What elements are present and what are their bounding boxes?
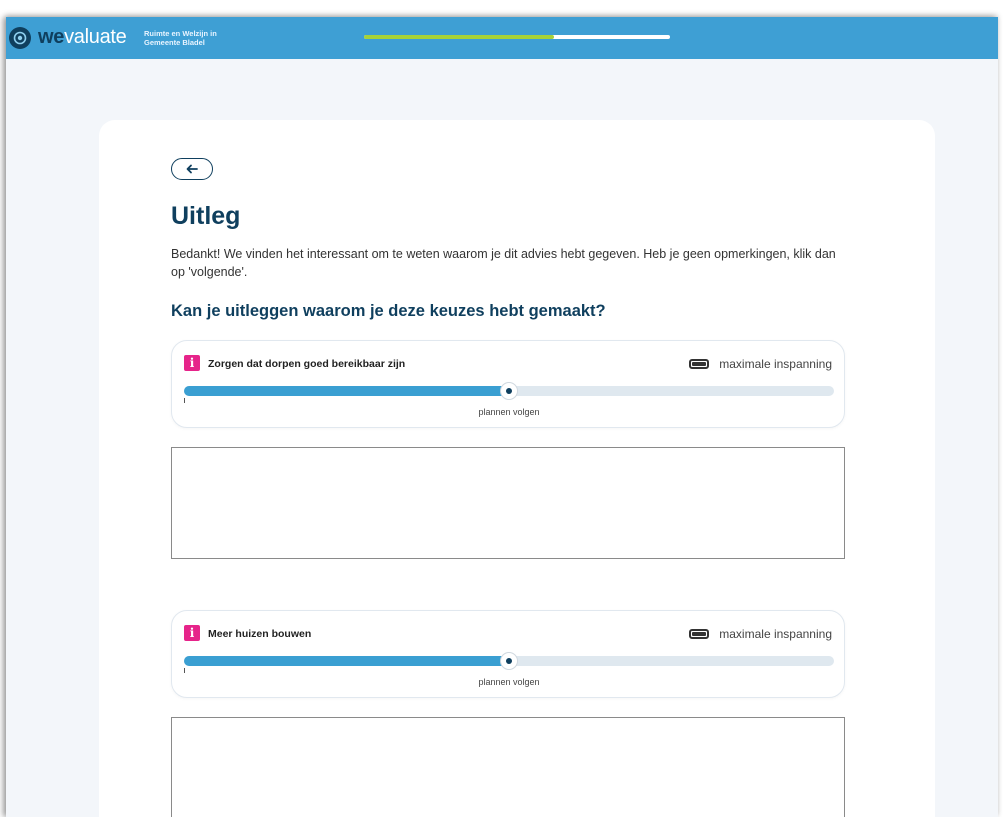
slider-track[interactable] <box>184 653 834 669</box>
logo-icon <box>9 27 31 49</box>
slider-thumb[interactable] <box>501 653 517 669</box>
slider-fill <box>184 656 509 666</box>
slider-tick <box>184 668 185 673</box>
arrow-left-icon <box>186 164 198 174</box>
choice-label: Zorgen dat dorpen goed bereikbaar zijn <box>208 358 406 370</box>
content-card: Uitleg Bedankt! We vinden het interessan… <box>99 120 935 817</box>
slider-tick <box>184 398 185 403</box>
back-button[interactable] <box>171 158 213 180</box>
app-window: wevaluate Ruimte en Welzijn in Gemeente … <box>6 17 998 817</box>
choice-card: i Meer huizen bouwen maximale inspanning… <box>171 610 845 698</box>
intro-text: Bedankt! We vinden het interessant om te… <box>171 247 836 279</box>
progress-bar <box>364 35 670 39</box>
organization-name-line-1: Ruimte en Welzijn in <box>144 29 217 38</box>
battery-full-icon <box>689 629 710 639</box>
logo: wevaluate <box>38 26 127 48</box>
effort-indicator: maximale inspanning <box>689 627 832 641</box>
slider-track[interactable] <box>184 383 834 399</box>
battery-full-icon <box>689 359 710 369</box>
comment-textarea[interactable] <box>171 717 845 817</box>
comment-textarea[interactable] <box>171 447 845 559</box>
slider-thumb[interactable] <box>501 383 517 399</box>
effort-indicator: maximale inspanning <box>689 357 832 371</box>
effort-label: maximale inspanning <box>719 357 832 371</box>
info-icon[interactable]: i <box>184 355 200 371</box>
question-heading: Kan je uitleggen waarom je deze keuzes h… <box>171 302 606 320</box>
page-title: Uitleg <box>171 202 241 230</box>
choice-label: Meer huizen bouwen <box>208 628 312 640</box>
slider-marker-label: plannen volgen <box>478 677 540 687</box>
slider-fill <box>184 386 509 396</box>
organization-name-line-2: Gemeente Bladel <box>144 38 205 47</box>
info-icon[interactable]: i <box>184 625 200 641</box>
slider-marker-label: plannen volgen <box>478 407 540 417</box>
progress-bar-fill <box>364 35 554 39</box>
top-bar: wevaluate Ruimte en Welzijn in Gemeente … <box>6 17 998 59</box>
choice-card: i Zorgen dat dorpen goed bereikbaar zijn… <box>171 340 845 428</box>
effort-label: maximale inspanning <box>719 627 832 641</box>
